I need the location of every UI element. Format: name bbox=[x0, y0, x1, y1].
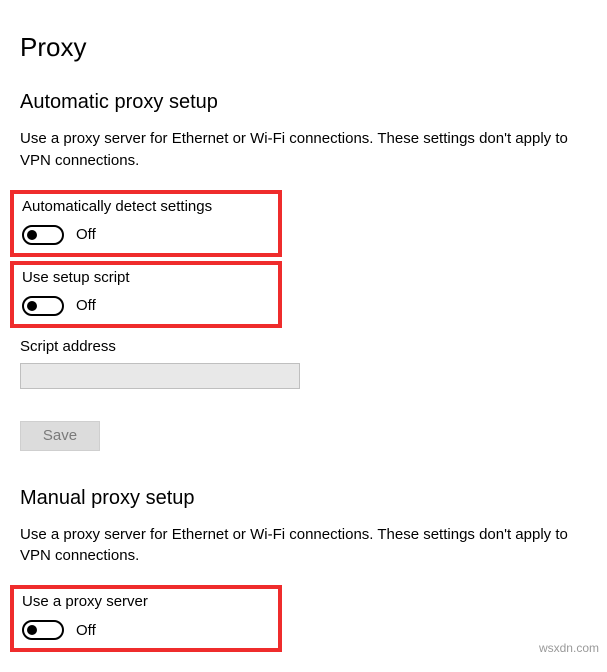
watermark-text: wsxdn.com bbox=[539, 641, 599, 655]
use-proxy-state: Off bbox=[76, 622, 96, 639]
toggle-knob-icon bbox=[27, 230, 37, 240]
page-title: Proxy bbox=[20, 32, 587, 63]
highlight-auto-detect: Automatically detect settings Off bbox=[10, 190, 282, 257]
script-address-label: Script address bbox=[20, 338, 587, 355]
auto-detect-state: Off bbox=[76, 226, 96, 243]
automatic-proxy-heading: Automatic proxy setup bbox=[20, 91, 587, 114]
toggle-knob-icon bbox=[27, 625, 37, 635]
toggle-knob-icon bbox=[27, 301, 37, 311]
setup-script-state: Off bbox=[76, 297, 96, 314]
manual-proxy-description: Use a proxy server for Ethernet or Wi-Fi… bbox=[20, 524, 570, 568]
use-proxy-label: Use a proxy server bbox=[22, 593, 272, 610]
highlight-use-proxy: Use a proxy server Off bbox=[10, 585, 282, 652]
save-button[interactable]: Save bbox=[20, 421, 100, 451]
automatic-proxy-description: Use a proxy server for Ethernet or Wi-Fi… bbox=[20, 128, 570, 172]
setup-script-label: Use setup script bbox=[22, 269, 272, 286]
auto-detect-label: Automatically detect settings bbox=[22, 198, 272, 215]
auto-detect-toggle[interactable] bbox=[22, 225, 64, 245]
use-proxy-toggle[interactable] bbox=[22, 620, 64, 640]
highlight-setup-script: Use setup script Off bbox=[10, 261, 282, 328]
manual-proxy-heading: Manual proxy setup bbox=[20, 487, 587, 510]
setup-script-toggle[interactable] bbox=[22, 296, 64, 316]
script-address-input[interactable] bbox=[20, 363, 300, 389]
